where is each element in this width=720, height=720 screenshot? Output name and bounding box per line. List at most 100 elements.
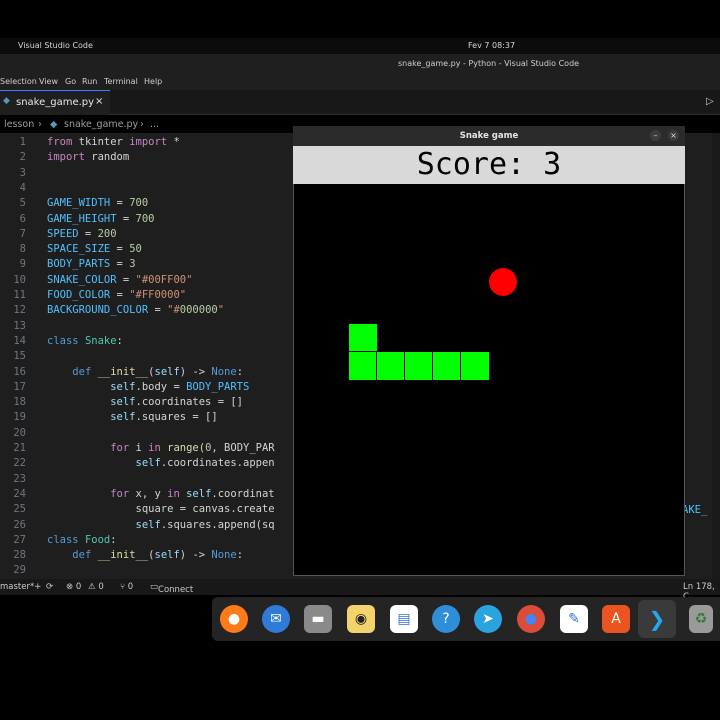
code-line[interactable]: self.coordinates = [] (47, 396, 243, 408)
breadcrumb: lesson › ◆ snake_game.py › ... (0, 117, 300, 133)
code-line[interactable]: for i in range(0, BODY_PAR (47, 442, 274, 454)
minimize-icon[interactable]: – (650, 130, 661, 141)
code-line[interactable]: BODY_PARTS = 3 (47, 258, 136, 270)
line-number: 3 (19, 166, 26, 179)
code-line[interactable]: self.coordinates.appen (47, 457, 275, 469)
line-number: 17 (13, 380, 26, 393)
food-apple (489, 268, 517, 296)
line-number: 9 (19, 258, 26, 271)
code-line[interactable]: self.squares = [] (47, 411, 217, 423)
line-number: 12 (13, 304, 26, 317)
python-file-icon: ◆ (50, 119, 58, 130)
code-line[interactable]: square = canvas.create (47, 503, 275, 515)
errors-count[interactable]: ⊗ 0 (66, 582, 81, 592)
line-number: 27 (13, 533, 26, 546)
snake-window-title: Snake game (459, 131, 519, 141)
menu-help[interactable]: Help (144, 77, 162, 86)
warnings-count[interactable]: ⚠ 0 (88, 582, 104, 592)
line-number: 26 (13, 518, 26, 531)
snake-body-segment (432, 351, 462, 381)
code-line[interactable]: def __init__(self) -> None: (47, 366, 243, 378)
code-line[interactable]: self.body = BODY_PARTS (47, 381, 249, 393)
game-canvas[interactable] (293, 184, 685, 576)
ports-count[interactable]: ⑂ 0 (120, 582, 133, 592)
line-number: 5 (19, 197, 26, 210)
line-number: 23 (13, 472, 26, 485)
menu-selection[interactable]: Selection (0, 77, 37, 86)
rhythmbox-icon[interactable]: ◉ (347, 605, 375, 633)
line-number: 19 (13, 411, 26, 424)
breadcrumb-more[interactable]: ... (150, 119, 159, 130)
code-line[interactable]: BACKGROUND_COLOR = "#000000" (47, 304, 224, 316)
menu-go[interactable]: Go (65, 77, 76, 86)
firefox-icon[interactable]: ● (220, 605, 248, 633)
line-number: 14 (13, 334, 26, 347)
line-number: 2 (19, 151, 26, 164)
run-icon[interactable]: ▷ (706, 96, 714, 107)
git-branch[interactable]: master*+ (0, 582, 41, 592)
line-number: 8 (19, 243, 26, 256)
snake-window-title-bar[interactable]: Snake game – × (293, 126, 685, 146)
tab-label: snake_game.py (16, 97, 95, 108)
line-number: 25 (13, 503, 26, 516)
line-number: 6 (19, 212, 26, 225)
line-number: 28 (13, 549, 26, 562)
code-line[interactable]: SNAKE_COLOR = "#00FF00" (47, 274, 192, 286)
breadcrumb-file[interactable]: snake_game.py (64, 119, 138, 130)
sync-icon[interactable]: ⟳ (46, 582, 53, 592)
thunderbird-icon[interactable]: ✉ (262, 605, 290, 633)
writer-icon[interactable]: ▤ (390, 605, 418, 633)
clock[interactable]: Fev 7 08:37 (468, 41, 515, 50)
code-line[interactable]: class Food: (47, 534, 117, 546)
vscode-icon[interactable]: ❯ (643, 605, 671, 633)
line-number: 24 (13, 487, 26, 500)
connect-label: Connect (158, 585, 194, 595)
python-file-icon: ◆ (3, 96, 10, 106)
code-line[interactable]: SPEED = 200 (47, 228, 117, 240)
code-line[interactable]: self.squares.append(sq (47, 519, 275, 531)
tab-snake-game[interactable]: ◆ snake_game.py × (0, 90, 110, 115)
chrome-icon[interactable]: ● (517, 605, 545, 633)
menu-view[interactable]: View (39, 77, 58, 86)
code-line[interactable]: class Snake: (47, 335, 123, 347)
line-number: 10 (13, 273, 26, 286)
line-number: 7 (19, 227, 26, 240)
minimap[interactable] (712, 133, 720, 579)
code-line[interactable]: GAME_HEIGHT = 700 (47, 213, 154, 225)
breadcrumb-folder[interactable]: lesson (4, 119, 34, 130)
code-line[interactable]: def __init__(self) -> None: (47, 549, 243, 561)
code-line[interactable]: import random (47, 151, 129, 163)
line-number: 29 (13, 564, 26, 577)
status-bar: master*+ ⟳ ⊗ 0 ⚠ 0 ⑂ 0 ▭ Connect Ln 178,… (0, 579, 720, 602)
line-number: 15 (13, 350, 26, 363)
text-editor-icon[interactable]: ✎ (560, 605, 588, 633)
menu-terminal[interactable]: Terminal (104, 77, 138, 86)
trash-icon[interactable]: ♻ (689, 605, 713, 633)
snake-body-segment (376, 351, 406, 381)
code-line[interactable]: from tkinter import * (47, 136, 180, 148)
score-label: Score: 3 (416, 147, 562, 182)
close-icon[interactable]: × (668, 130, 679, 141)
window-title: snake_game.py - Python - Visual Studio C… (398, 59, 580, 68)
menu-run[interactable]: Run (82, 77, 97, 86)
files-icon[interactable]: ▬ (304, 605, 332, 633)
code-line[interactable]: GAME_WIDTH = 700 (47, 197, 148, 209)
telegram-icon[interactable]: ➤ (474, 605, 502, 633)
code-line[interactable]: FOOD_COLOR = "#FF0000" (47, 289, 186, 301)
line-number: 16 (13, 365, 26, 378)
line-number: 13 (13, 319, 26, 332)
code-line[interactable]: SPACE_SIZE = 50 (47, 243, 142, 255)
code-line[interactable]: for x, y in self.coordinat (47, 488, 274, 500)
line-number: 20 (13, 426, 26, 439)
close-icon[interactable]: × (95, 96, 103, 107)
line-number: 1 (19, 136, 26, 148)
chevron-right-icon: › (38, 119, 42, 130)
code-fragment: AKE_ (682, 504, 708, 516)
snake-body-segment (460, 351, 490, 381)
line-number: 22 (13, 457, 26, 470)
line-number: 4 (19, 181, 26, 194)
app-center-icon[interactable]: A (602, 605, 630, 633)
chevron-right-icon: › (140, 119, 144, 130)
connect-button[interactable]: ▭ Connect (150, 582, 193, 595)
help-icon[interactable]: ? (432, 605, 460, 633)
